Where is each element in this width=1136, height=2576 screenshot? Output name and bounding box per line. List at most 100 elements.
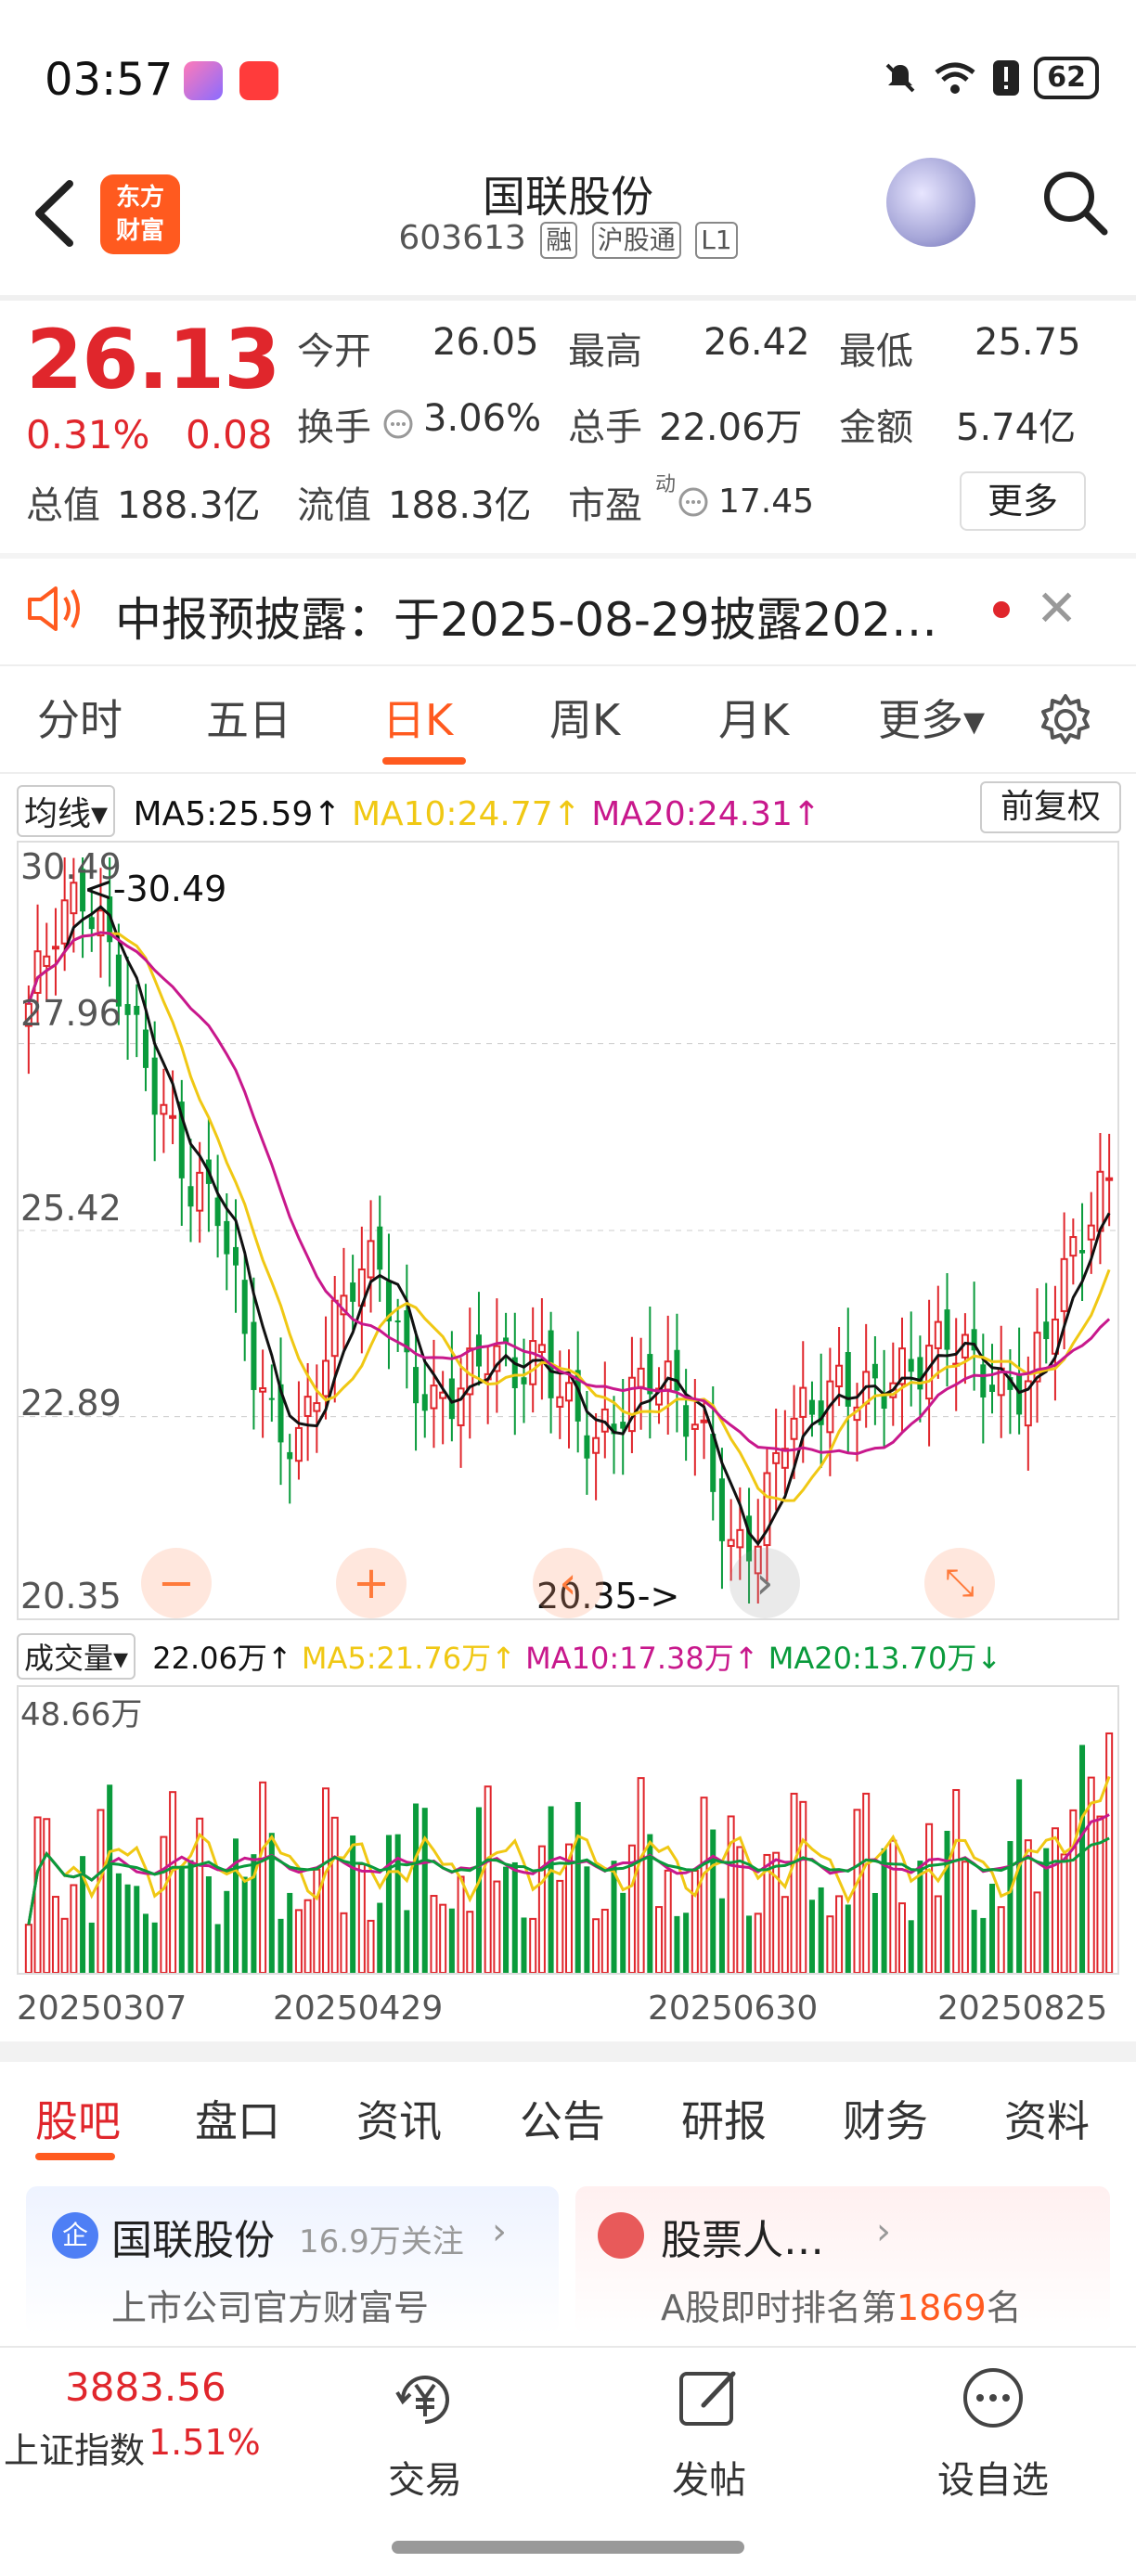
tab-five-day[interactable]: 五日 [206,687,291,748]
volume-bar [664,1869,672,1974]
kline-svg [19,857,1117,1604]
ai-assistant-avatar[interactable] [886,158,975,247]
volume-bar [169,1791,177,1975]
candle-body [169,1114,177,1119]
candle-body [350,1282,356,1302]
candle-body [1069,1236,1078,1257]
volume-bar [718,1898,725,1973]
close-icon[interactable]: ✕ [1036,579,1078,638]
volume-bar [574,1801,581,1973]
tab-weekly-k[interactable]: 周K [549,687,620,748]
volume-ma10: MA10:17.38万↑ [525,1641,759,1676]
tab-daily-k[interactable]: 日K [382,687,453,748]
volume-bar [394,1834,401,1973]
volume-bar [556,1879,564,1974]
more-quote-button[interactable]: 更多 [960,471,1086,531]
candle-body [1016,1375,1023,1415]
zoom-in-button[interactable]: + [336,1548,407,1618]
candle-body [142,1029,148,1068]
tab-intraday[interactable]: 分时 [37,687,123,748]
candle-body [322,1359,330,1397]
candle-body [430,1385,438,1410]
section-gap [0,2041,1136,2062]
volume-bar [952,1788,961,1974]
candle-body [259,1387,267,1393]
volume-bar [413,1803,420,1973]
notice-text[interactable]: 中报预披露：于2025-08-29披露202… [115,583,988,650]
volume-bar [620,1892,626,1973]
info-icon[interactable] [382,408,414,440]
ma-type-select[interactable]: 均线▾ [17,785,116,837]
trade-button[interactable]: 交易 [351,2450,499,2504]
candle-body [718,1478,725,1541]
post-edit-icon[interactable] [676,2364,742,2431]
volume-bar [88,1922,95,1973]
volume-bar [925,1823,934,1974]
tab-news[interactable]: 资讯 [356,2088,442,2149]
tab-research[interactable]: 研报 [681,2088,767,2149]
adjust-mode-button[interactable]: 前复权 [980,781,1121,833]
volume-bar [1069,1809,1078,1974]
volume-type-select[interactable]: 成交量▾ [17,1633,136,1680]
total-cap-label: 总值 [26,484,100,527]
pe-info-icon[interactable] [678,486,709,518]
index-percent[interactable]: 1.51% [148,2422,261,2463]
index-name[interactable]: 上证指数 [4,2422,145,2473]
volume-bar [835,1895,844,1974]
scroll-left-button[interactable]: ‹ [533,1548,603,1618]
volume-bar [853,1809,861,1974]
volume-chart[interactable] [17,1685,1119,1975]
candle-body [691,1423,699,1430]
volume-svg [24,1732,1114,1975]
tab-profile[interactable]: 资料 [1004,2088,1090,2149]
stock-rank-card[interactable]: 股票人… › A股即时排名第1869名 [575,2186,1110,2335]
candle-body [124,1004,131,1015]
tab-finance[interactable]: 财务 [843,2088,928,2149]
bottom-tab-indicator [35,2153,115,2160]
volume-bar [1024,1839,1032,1974]
volume-bar [897,1902,906,1974]
volume-bar [134,1886,140,1973]
tab-announcements[interactable]: 公告 [520,2088,605,2149]
kline-chart[interactable] [17,841,1119,1620]
trade-yen-icon[interactable] [390,2364,460,2435]
volume-bar [214,1924,221,1973]
volume-bar [448,1908,455,1973]
candle-body [330,1299,339,1358]
gear-icon[interactable] [1038,692,1093,748]
zoom-out-button[interactable]: − [141,1548,212,1618]
volume-bar [746,1915,753,1973]
volume-legend-row: 成交量▾ 22.06万↑ MA5:21.76万↑ MA10:17.38万↑ MA… [17,1633,1001,1680]
scroll-right-button[interactable]: › [729,1548,800,1618]
volume-bar [357,1862,366,1974]
tab-guba[interactable]: 股吧 [35,2088,121,2149]
search-icon[interactable] [1038,165,1112,239]
volume-bar [781,1896,789,1974]
add-watchlist-button[interactable]: 设自选 [919,2450,1067,2504]
volume-bar [294,1909,303,1974]
fullscreen-collapse-button[interactable]: ⤡ [924,1548,995,1618]
candle-body [934,1320,942,1349]
volume-bar [1060,1853,1068,1975]
tab-monthly-k[interactable]: 月K [718,687,789,748]
index-value[interactable]: 3883.56 [65,2364,226,2410]
tab-more[interactable]: 更多▾ [878,687,985,748]
more-dots-icon[interactable] [960,2364,1026,2431]
post-button[interactable]: 发帖 [635,2450,783,2504]
high-label: 最高 [568,330,642,373]
open-label: 今开 [297,330,371,373]
ma10-value: MA10:24.77↑ [351,795,581,833]
volume-bar [548,1806,554,1973]
volume-bar [367,1919,375,1974]
candle-body [241,1280,248,1334]
max-price-label: <-30.49 [84,869,227,909]
candle-body [268,1397,275,1400]
tab-orderbook[interactable]: 盘口 [195,2088,280,2149]
app-notification-icon [184,61,223,100]
candle-body [1060,1257,1068,1312]
company-account-card[interactable]: 企 国联股份 16.9万关注 › 上市公司官方财富号 [26,2186,559,2335]
volume-bar [529,1917,537,1974]
ma20-value: MA20:24.31↑ [591,795,821,833]
candle-body [584,1435,590,1459]
volume-bar [592,1918,600,1974]
